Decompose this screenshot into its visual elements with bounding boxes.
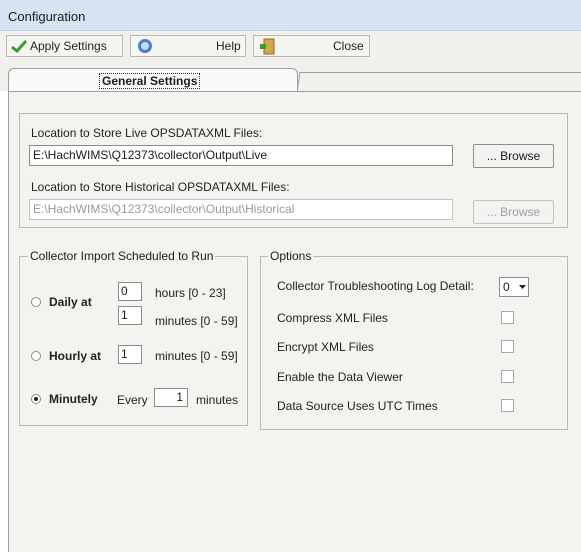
daily-label: Daily at xyxy=(49,295,92,309)
apply-settings-button[interactable]: Apply Settings xyxy=(6,35,123,57)
log-detail-select[interactable]: 0 xyxy=(499,277,529,297)
minutely-label: Minutely xyxy=(49,392,98,406)
every-minutes-field[interactable]: 1 xyxy=(154,388,188,407)
viewer-checkbox[interactable] xyxy=(501,370,514,383)
utc-label: Data Source Uses UTC Times xyxy=(277,399,438,413)
title-bar: Configuration xyxy=(0,0,581,31)
live-browse-button[interactable]: ... Browse xyxy=(473,144,554,168)
close-button[interactable]: Close xyxy=(253,35,370,57)
daily-minutes-field[interactable]: 1 xyxy=(118,306,142,325)
schedule-legend: Collector Import Scheduled to Run xyxy=(28,249,216,263)
hourly-radio[interactable] xyxy=(31,351,41,361)
log-detail-value: 0 xyxy=(503,280,510,294)
window-title: Configuration xyxy=(8,9,86,24)
live-location-label: Location to Store Live OPSDATAXML Files: xyxy=(31,126,263,140)
minutely-radio[interactable] xyxy=(31,394,41,404)
every-label: Every xyxy=(117,393,148,407)
encrypt-label: Encrypt XML Files xyxy=(277,340,374,354)
log-detail-label: Collector Troubleshooting Log Detail: xyxy=(277,279,474,293)
historical-location-label: Location to Store Historical OPSDATAXML … xyxy=(31,180,290,194)
hourly-minutes-field[interactable]: 1 xyxy=(118,345,142,364)
historical-browse-button: ... Browse xyxy=(473,200,554,224)
chevron-down-icon xyxy=(517,279,528,295)
utc-checkbox[interactable] xyxy=(501,399,514,412)
compress-label: Compress XML Files xyxy=(277,311,388,325)
options-legend: Options xyxy=(268,249,314,263)
hourly-label: Hourly at xyxy=(49,349,102,363)
tab-general-settings[interactable]: General Settings xyxy=(8,68,298,92)
live-location-field[interactable]: E:\HachWIMS\Q12373\collector\Output\Live xyxy=(29,145,453,166)
hours-hint: hours [0 - 23] xyxy=(155,286,226,300)
historical-location-field: E:\HachWIMS\Q12373\collector\Output\Hist… xyxy=(29,199,453,220)
tab-general-settings-label: General Settings xyxy=(99,73,201,89)
daily-minutes-hint: minutes [0 - 59] xyxy=(155,314,238,328)
help-icon xyxy=(138,39,152,53)
daily-radio[interactable] xyxy=(31,297,41,307)
every-unit-label: minutes xyxy=(196,393,239,407)
compress-checkbox[interactable] xyxy=(501,311,514,324)
hourly-minutes-hint: minutes [0 - 59] xyxy=(155,349,238,363)
daily-hours-field[interactable]: 0 xyxy=(118,282,142,301)
help-button[interactable]: Help xyxy=(130,35,246,57)
tab-inactive[interactable] xyxy=(296,72,581,92)
checkmark-icon xyxy=(11,39,27,53)
exit-door-icon xyxy=(260,38,275,55)
encrypt-checkbox[interactable] xyxy=(501,340,514,353)
viewer-label: Enable the Data Viewer xyxy=(277,370,403,384)
